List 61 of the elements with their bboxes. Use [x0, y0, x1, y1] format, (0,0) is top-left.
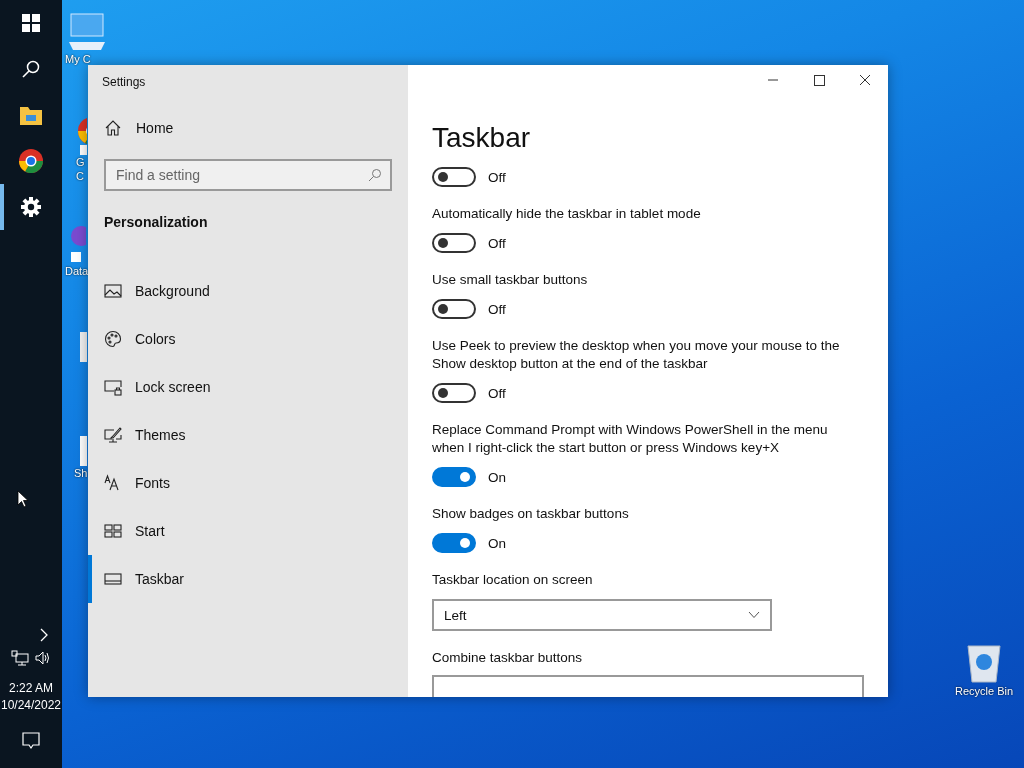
search-field[interactable]: Find a setting — [104, 159, 392, 191]
toggle-state: On — [488, 535, 506, 551]
nav-item[interactable]: Lock screen — [88, 363, 392, 411]
clock[interactable]: 2:22 AM 10/24/2022 — [0, 680, 62, 714]
setting-label: Automatically hide the taskbar in tablet mode — [432, 205, 702, 223]
icon-label: Recycle Bin — [954, 684, 1014, 698]
icon-label: C — [76, 169, 84, 183]
show-hidden-icons-icon[interactable] — [39, 628, 49, 642]
background-icon — [104, 282, 122, 300]
chrome-icon — [19, 149, 43, 173]
toggle-state: Off — [488, 385, 506, 401]
windows-logo-icon — [22, 14, 40, 32]
nav-item[interactable]: Themes — [88, 411, 392, 459]
colors-icon — [104, 330, 122, 348]
fonts-icon — [104, 474, 122, 492]
icon-label: My C — [65, 52, 91, 66]
toggle-switch[interactable] — [432, 233, 476, 253]
toggle-switch[interactable] — [432, 167, 476, 187]
setting-label: Taskbar location on screen — [432, 571, 594, 589]
toggle-switch[interactable] — [432, 383, 476, 403]
toggle-switch[interactable] — [432, 299, 476, 319]
home-icon — [105, 120, 121, 136]
clock-time: 2:22 AM — [9, 680, 53, 697]
volume-icon[interactable] — [35, 650, 51, 666]
home-link[interactable]: Home — [105, 111, 392, 145]
section-heading: Personalization — [104, 214, 209, 230]
toggle-switch[interactable] — [432, 467, 476, 487]
nav-item[interactable]: Taskbar — [88, 555, 392, 603]
clock-date: 10/24/2022 — [0, 697, 62, 714]
nav-item[interactable]: Fonts — [88, 459, 392, 507]
start-icon — [104, 522, 122, 540]
toggle-state: Off — [488, 235, 506, 251]
nav-item[interactable]: Start — [88, 507, 392, 555]
toggle-state: On — [488, 469, 506, 485]
toggle-state: Off — [488, 301, 506, 317]
setting-label: Combine taskbar buttons — [432, 649, 584, 667]
icon-label: G — [76, 155, 85, 169]
setting-label: Use Peek to preview the desktop when you move your mouse to the Show desktop button at the end of the taskbar — [432, 337, 841, 373]
taskbar-icon — [104, 570, 122, 588]
icon-label: Sh — [74, 466, 88, 480]
icon-label: Data — [65, 264, 89, 278]
setting-label: Use small taskbar buttons — [432, 271, 589, 289]
toggle-switch[interactable] — [432, 533, 476, 553]
lock-icon — [104, 378, 122, 396]
nav-item[interactable]: Background — [88, 267, 392, 315]
network-icon[interactable] — [11, 650, 29, 666]
page-title: Taskbar — [432, 121, 532, 155]
nav-item[interactable]: Colors — [88, 315, 392, 363]
search-icon — [368, 168, 382, 182]
location-dropdown[interactable]: Left — [432, 599, 772, 631]
window-title: Settings — [102, 75, 147, 91]
setting-label: Replace Command Prompt with Windows PowerShell in the menu when I right-click the start button or press Windows key+X — [432, 421, 829, 457]
setting-label: Show badges on taskbar buttons — [432, 505, 630, 523]
mouse-cursor — [17, 490, 29, 508]
chevron-down-icon — [748, 611, 760, 619]
search-icon — [22, 60, 40, 78]
toggle-state: Off — [488, 169, 506, 185]
folder-icon — [20, 105, 42, 125]
gear-icon — [21, 197, 41, 217]
themes-icon — [104, 426, 122, 444]
notification-icon[interactable] — [22, 732, 40, 750]
